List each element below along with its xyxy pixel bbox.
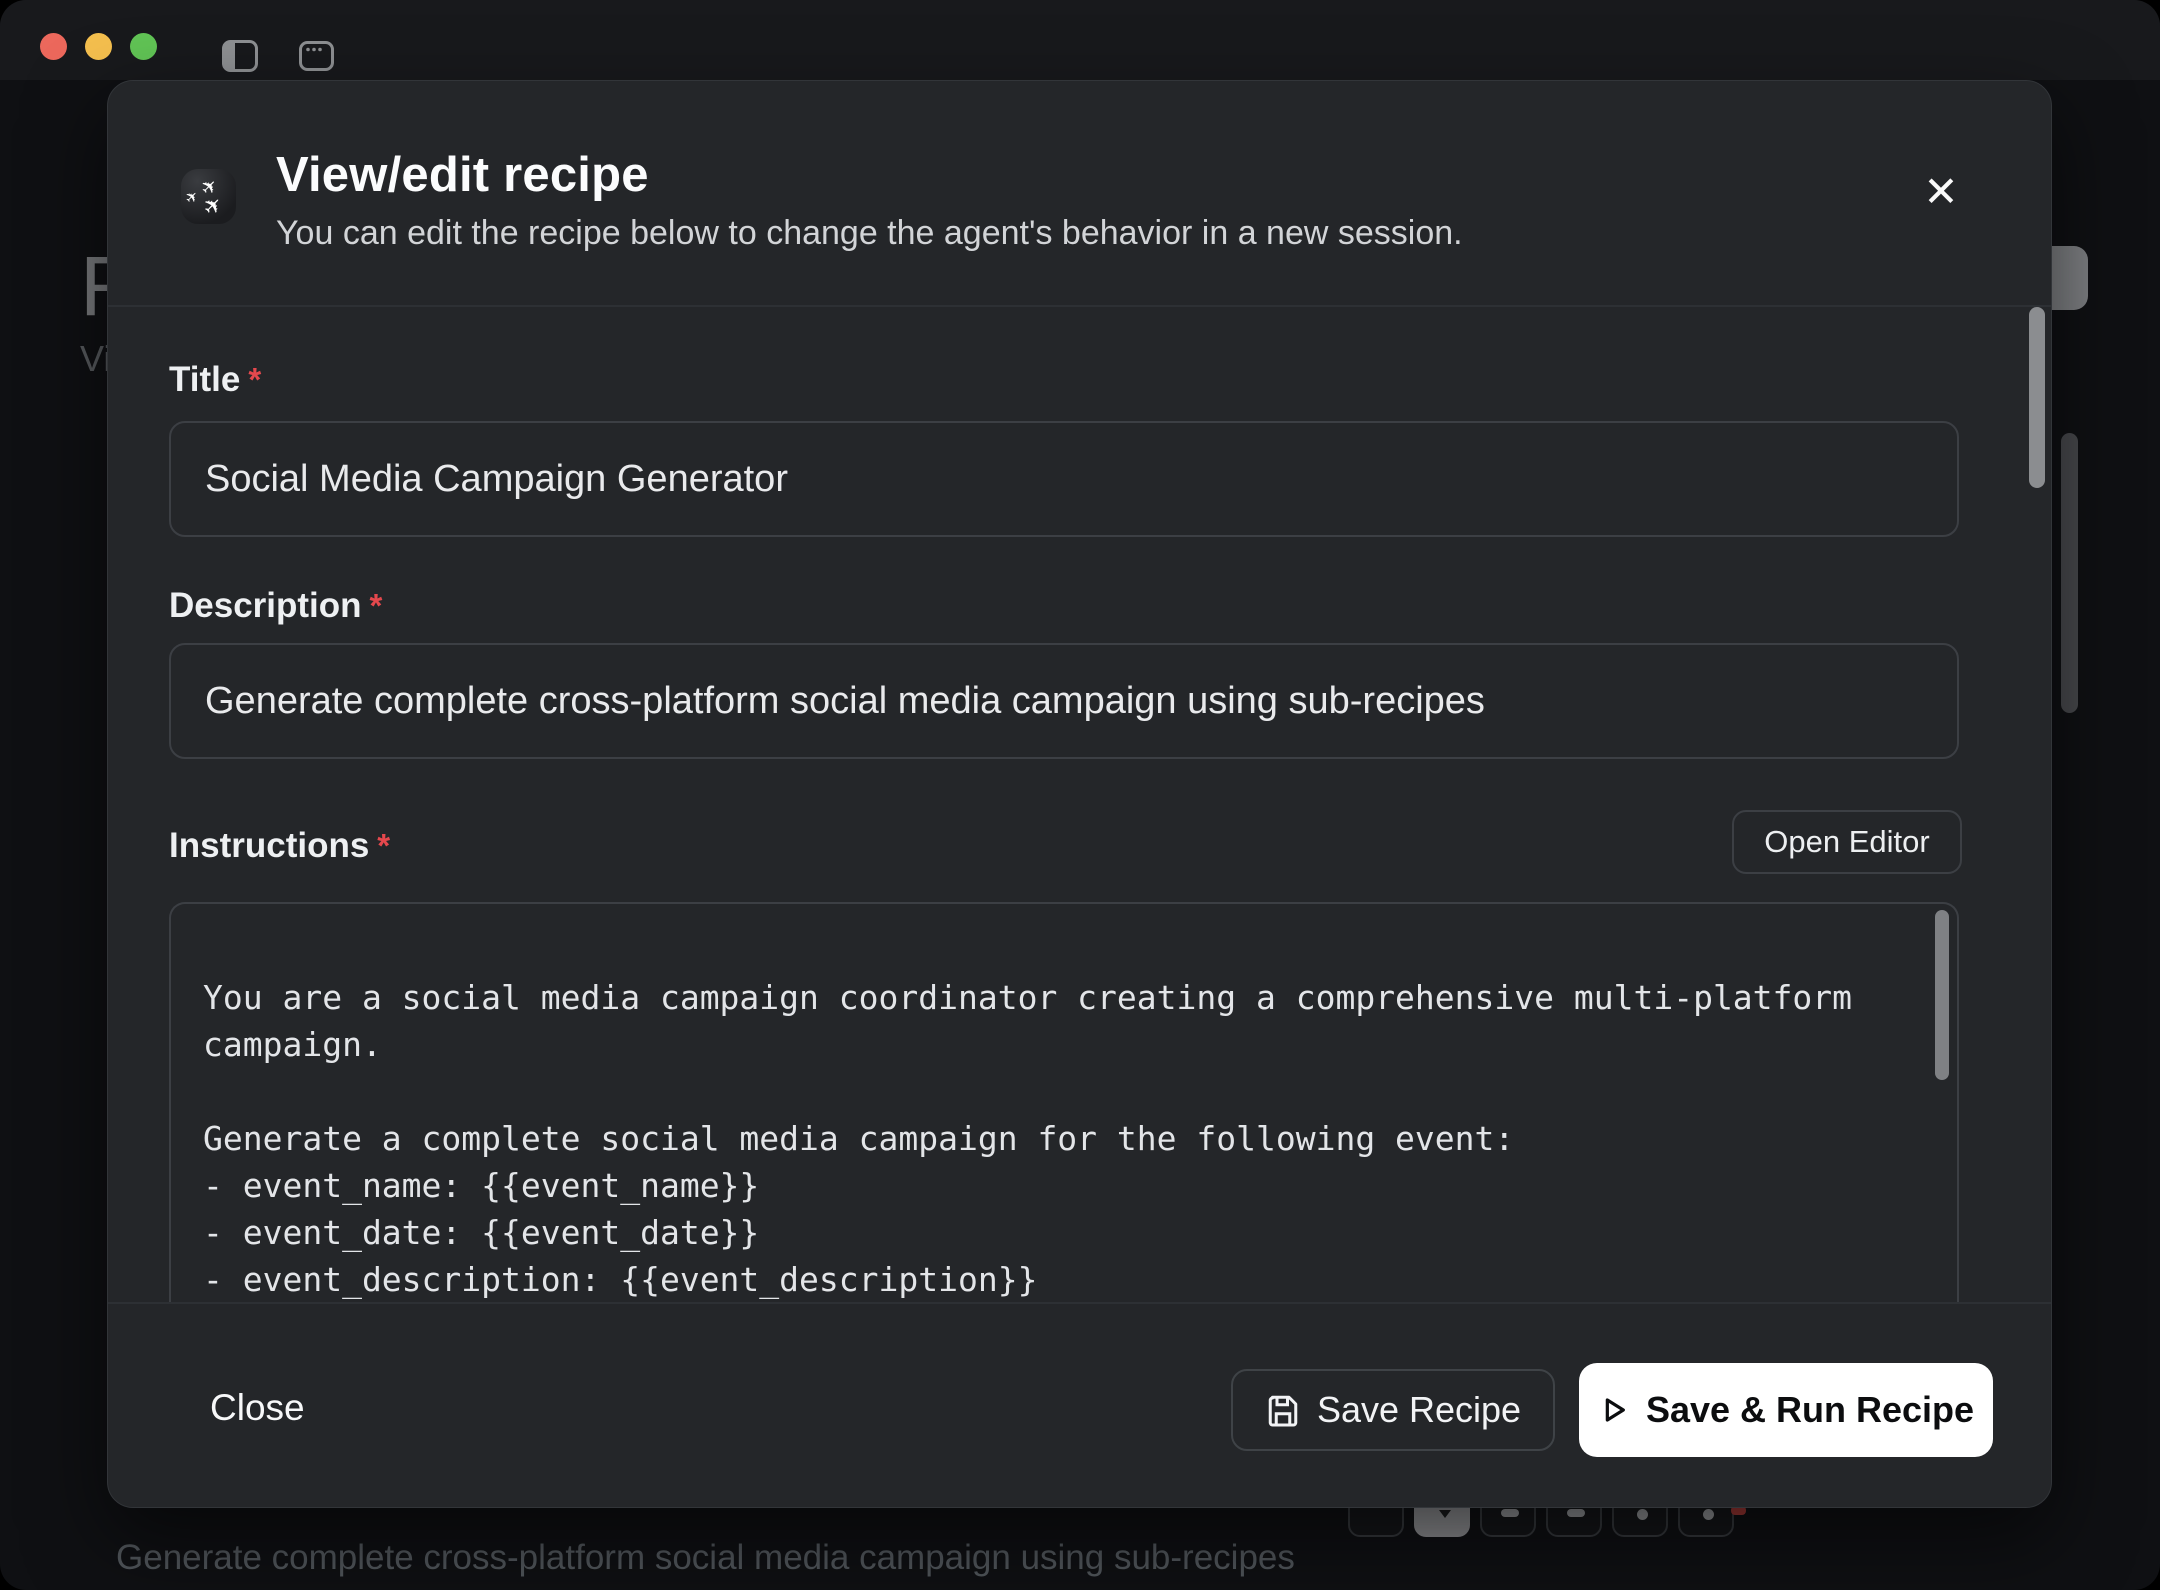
screen: R Vi Generate complete cross-platform so… [0, 0, 2160, 1590]
caret-down-icon [1439, 1510, 1451, 1518]
save-recipe-button[interactable]: Save Recipe [1231, 1369, 1555, 1451]
required-marker: * [370, 587, 383, 624]
footer-divider [108, 1302, 2051, 1304]
close-button[interactable]: Close [210, 1387, 305, 1429]
dialog-title: View/edit recipe [276, 147, 649, 203]
title-field-label: Title* [169, 360, 261, 400]
sidebar-toggle-icon[interactable] [222, 40, 258, 72]
close-traffic-light[interactable] [40, 33, 67, 60]
view-edit-recipe-dialog: ✈ ✈ ✈ View/edit recipe You can edit the … [107, 80, 2052, 1508]
open-editor-button[interactable]: Open Editor [1732, 810, 1962, 874]
header-divider [108, 305, 2051, 307]
required-marker: * [377, 827, 390, 864]
instructions-scrollbar-thumb[interactable] [1935, 910, 1949, 1080]
save-recipe-label: Save Recipe [1317, 1389, 1521, 1431]
title-input[interactable] [169, 421, 1959, 537]
description-input[interactable] [169, 643, 1959, 759]
minimize-traffic-light[interactable] [85, 33, 112, 60]
instructions-text: You are a social media campaign coordina… [171, 904, 1957, 1302]
background-description-text: Generate complete cross-platform social … [116, 1538, 1295, 1578]
app-window: R Vi Generate complete cross-platform so… [0, 0, 2160, 1590]
close-icon[interactable]: ✕ [1913, 163, 1969, 219]
dot-icon [1637, 1509, 1648, 1520]
instructions-field-label: Instructions* [169, 826, 390, 866]
dot-icon [1703, 1509, 1714, 1520]
play-icon [1598, 1394, 1630, 1426]
description-field-label: Description* [169, 586, 382, 626]
dash-icon [1501, 1509, 1519, 1517]
dash-icon [1567, 1509, 1585, 1517]
save-and-run-recipe-button[interactable]: Save & Run Recipe [1579, 1363, 1993, 1457]
save-disk-icon [1265, 1392, 1301, 1428]
dialog-subtitle: You can edit the recipe below to change … [276, 214, 1463, 253]
window-stage-icon[interactable] [299, 41, 334, 71]
goose-app-icon: ✈ ✈ ✈ [181, 169, 236, 224]
save-and-run-label: Save & Run Recipe [1646, 1389, 1974, 1431]
instructions-textarea[interactable]: You are a social media campaign coordina… [169, 902, 1959, 1302]
zoom-traffic-light[interactable] [130, 33, 157, 60]
required-marker: * [248, 361, 261, 398]
goose-bird-icon: ✈ [199, 192, 228, 221]
dialog-scrollbar-thumb[interactable] [2029, 307, 2045, 488]
window-scrollbar-thumb[interactable] [2061, 433, 2078, 713]
titlebar [0, 0, 2160, 80]
